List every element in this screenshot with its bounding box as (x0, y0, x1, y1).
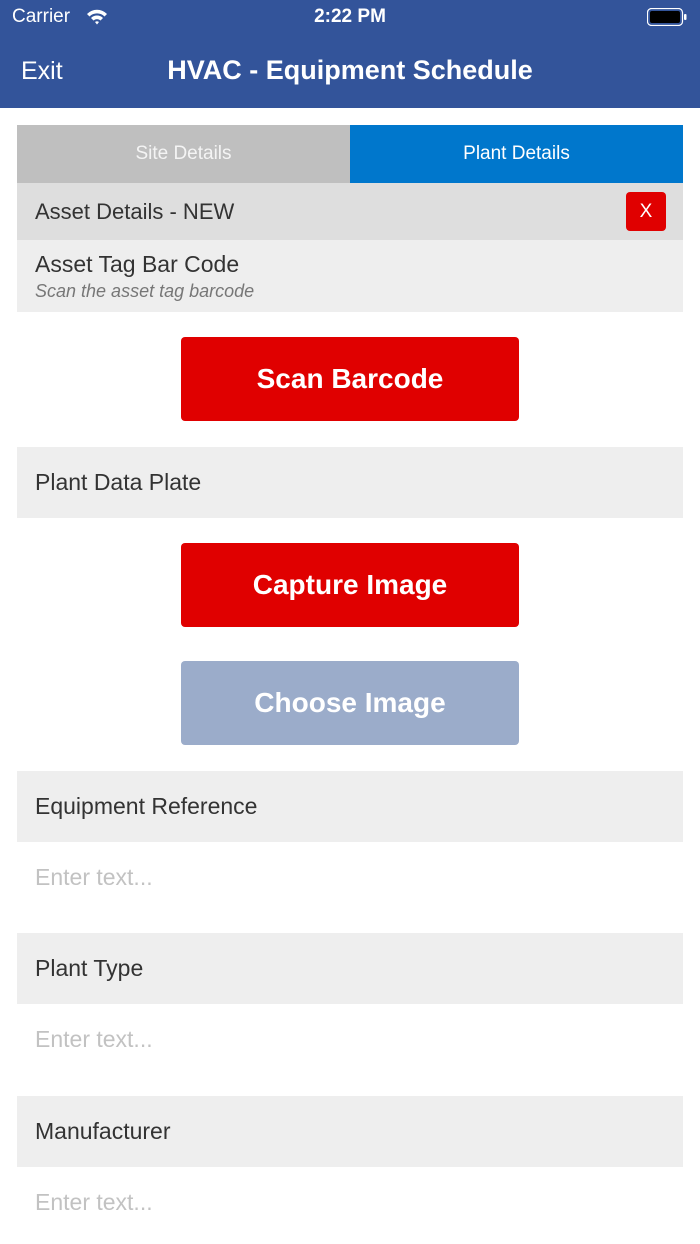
tab-plant-details[interactable]: Plant Details (350, 125, 683, 183)
plant-data-plate-section: Plant Data Plate (17, 447, 683, 518)
navigation-bar: Carrier 2:22 PM Exit HVAC - Equipment Sc… (0, 0, 700, 108)
asset-details-label: Asset Details - NEW (35, 199, 235, 224)
asset-details-header: Asset Details - NEW X (17, 183, 683, 240)
choose-image-button[interactable]: Choose Image (181, 661, 519, 745)
equipment-reference-input[interactable] (17, 842, 683, 912)
battery-icon (647, 8, 687, 26)
asset-tag-label: Asset Tag Bar Code (35, 251, 240, 277)
tab-bar: Site Details Plant Details (17, 125, 683, 183)
status-bar: Carrier 2:22 PM (0, 0, 700, 36)
close-asset-button[interactable]: X (626, 192, 666, 231)
plant-type-section: Plant Type (17, 933, 683, 1004)
scan-barcode-button[interactable]: Scan Barcode (181, 337, 519, 421)
manufacturer-section: Manufacturer (17, 1096, 683, 1167)
equipment-reference-label: Equipment Reference (35, 793, 258, 819)
asset-tag-hint: Scan the asset tag barcode (35, 281, 255, 301)
manufacturer-label: Manufacturer (35, 1118, 171, 1144)
plant-type-input[interactable] (17, 1004, 683, 1074)
plant-type-label: Plant Type (35, 955, 144, 981)
page-title: HVAC - Equipment Schedule (167, 55, 533, 85)
asset-tag-section: Asset Tag Bar Code Scan the asset tag ba… (17, 240, 683, 312)
clock-label: 2:22 PM (314, 6, 386, 27)
equipment-reference-section: Equipment Reference (17, 771, 683, 842)
capture-image-button[interactable]: Capture Image (181, 543, 519, 627)
manufacturer-input[interactable] (17, 1167, 683, 1237)
plant-data-plate-label: Plant Data Plate (35, 469, 202, 495)
tab-site-details[interactable]: Site Details (17, 125, 350, 183)
